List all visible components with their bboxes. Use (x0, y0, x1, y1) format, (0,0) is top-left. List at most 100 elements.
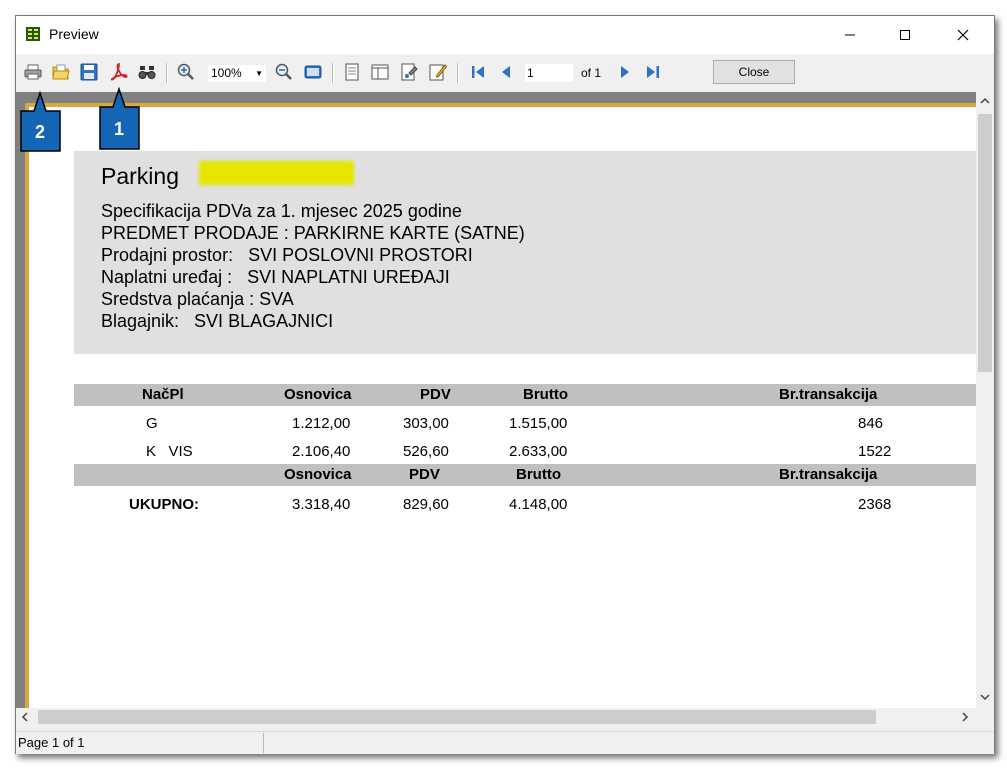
next-page-button[interactable] (615, 62, 635, 82)
zoom-value: 100% (211, 66, 242, 80)
report-line: PREDMET PRODAJE : PARKIRNE KARTE (SATNE) (101, 223, 525, 243)
minimize-icon (845, 34, 855, 36)
cell-brutto: 1.515,00 (509, 415, 568, 432)
total-osnovica: 3.318,40 (292, 496, 351, 513)
page-setup-button[interactable] (399, 62, 419, 82)
maximize-button[interactable] (882, 16, 928, 54)
report-line: Sredstva plaćanja : SVA (101, 289, 294, 309)
horizontal-scrollbar[interactable] (16, 708, 976, 726)
first-page-icon (472, 66, 484, 78)
close-button[interactable]: Close (713, 60, 795, 84)
scroll-up-icon[interactable] (980, 96, 990, 106)
totals-label: UKUPNO: (129, 496, 199, 513)
scroll-left-icon[interactable] (20, 712, 30, 722)
cell-nacpl: K VIS (146, 443, 193, 460)
zoom-select[interactable]: 100% ▼ (208, 65, 266, 82)
column-header-pdv: PDV (420, 386, 451, 403)
toolbar: 100% ▼ of 1 (16, 54, 994, 92)
report-title: Parking (101, 163, 179, 189)
page-count-label: of 1 (581, 66, 602, 80)
minimize-button[interactable] (827, 16, 873, 54)
cell-nacpl: G (146, 415, 158, 432)
toolbar-separator (166, 63, 168, 83)
report-header: Parking Specifikacija PDVa za 1. mjesec … (74, 151, 976, 354)
open-button[interactable] (51, 62, 71, 82)
scrollbar-corner (976, 708, 994, 726)
single-page-button[interactable] (342, 62, 362, 82)
vertical-scrollbar[interactable] (976, 92, 994, 708)
find-icon (138, 66, 156, 79)
cell-osnovica: 2.106,40 (292, 443, 351, 460)
column-header-brutto: Brutto (523, 386, 568, 403)
chevron-down-icon: ▼ (255, 69, 263, 78)
maximize-icon (900, 30, 910, 40)
status-bar: Page 1 of 1 (16, 731, 994, 754)
window-title: Preview (49, 26, 99, 42)
status-page-text: Page 1 of 1 (18, 735, 85, 750)
zoom-in-button[interactable] (176, 62, 196, 82)
callout-1-label: 1 (114, 119, 124, 139)
save-icon (80, 63, 98, 81)
report-preview-area: Parking Specifikacija PDVa za 1. mjesec … (16, 92, 976, 708)
vertical-scroll-thumb[interactable] (978, 114, 992, 372)
page-top-border (16, 92, 976, 103)
preview-window: Preview 100% ▼ 1 of 1 Close Parking Spec… (15, 15, 995, 754)
prev-page-icon (502, 66, 510, 78)
column-header-osnovica: Osnovica (284, 386, 352, 403)
page-left-border (16, 92, 25, 708)
toolbar-separator (457, 63, 459, 83)
column-header-nacpl: NačPl (142, 386, 184, 403)
title-bar: Preview (16, 16, 994, 54)
report-line: Naplatni uređaj : SVI NAPLATNI UREĐAJI (101, 267, 450, 287)
page-left-margin-line (25, 103, 29, 708)
first-page-button[interactable] (468, 62, 488, 82)
report-line: Specifikacija PDVa za 1. mjesec 2025 god… (101, 201, 462, 221)
redacted-name (199, 161, 354, 185)
app-icon (26, 27, 40, 41)
cell-pdv: 303,00 (403, 415, 449, 432)
last-page-button[interactable] (643, 62, 663, 82)
scroll-right-icon[interactable] (960, 712, 970, 722)
export-pdf-button[interactable] (109, 62, 129, 82)
edit-button[interactable] (428, 62, 448, 82)
next-page-icon (621, 66, 629, 78)
totals-header-br-transakcija: Br.transakcija (779, 466, 878, 483)
zoom-out-icon (275, 63, 292, 80)
zoom-out-button[interactable] (274, 62, 294, 82)
scroll-down-icon[interactable] (980, 692, 990, 702)
totals-header-osnovica: Osnovica (284, 466, 352, 483)
horizontal-scroll-thumb[interactable] (38, 710, 876, 724)
callout-2-label: 2 (35, 122, 45, 142)
prev-page-button[interactable] (496, 62, 516, 82)
cell-br-transakcija: 846 (858, 415, 884, 432)
find-button[interactable] (137, 62, 157, 82)
multi-page-button[interactable] (370, 62, 390, 82)
page-number-input[interactable] (525, 64, 573, 82)
close-window-button[interactable] (940, 16, 986, 54)
total-pdv: 829,60 (403, 496, 449, 513)
page-top-margin-line (25, 103, 976, 107)
column-header-br-transakcija: Br.transakcija (779, 386, 878, 403)
callout-1: 1 (99, 87, 140, 150)
page-setup-icon (401, 63, 418, 81)
save-button[interactable] (79, 62, 99, 82)
edit-icon (429, 64, 447, 81)
close-icon (957, 29, 969, 41)
cell-br-transakcija: 1522 (858, 443, 892, 460)
total-brutto: 4.148,00 (509, 496, 568, 513)
print-icon (24, 64, 42, 80)
fullscreen-button[interactable] (303, 62, 323, 82)
callout-2: 2 (20, 91, 61, 152)
report-line: Prodajni prostor: SVI POSLOVNI PROSTORI (101, 245, 473, 265)
totals-header-pdv: PDV (409, 466, 440, 483)
total-br-transakcija: 2368 (858, 496, 892, 513)
open-icon (52, 64, 70, 80)
print-button[interactable] (23, 62, 43, 82)
cell-brutto: 2.633,00 (509, 443, 568, 460)
totals-header-brutto: Brutto (516, 466, 561, 483)
toolbar-separator (332, 63, 334, 83)
zoom-in-icon (177, 63, 194, 80)
single-page-icon (345, 63, 359, 81)
status-divider (263, 733, 264, 753)
fullscreen-icon (304, 65, 322, 79)
